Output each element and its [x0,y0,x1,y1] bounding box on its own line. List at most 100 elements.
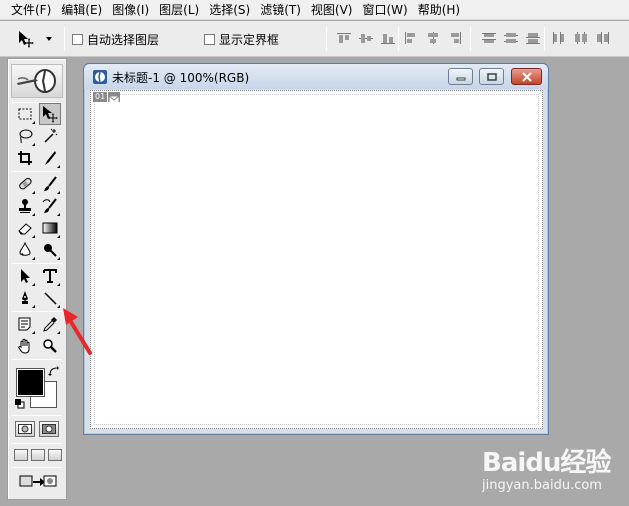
slice-number: 01 [93,92,108,102]
marquee-tool[interactable] [14,103,36,125]
document-titlebar[interactable]: 未标题-1 @ 100%(RGB) [84,64,548,89]
menu-file[interactable]: 文件(F) [6,0,56,20]
menu-edit[interactable]: 编辑(E) [56,0,107,20]
show-bounds-checkbox[interactable] [204,34,215,45]
slice-badge: 01 [93,92,121,104]
close-icon [521,71,532,82]
toolbox-divider [12,359,62,360]
quick-mask-icon [42,424,56,434]
stamp-icon [19,199,31,213]
foreground-color-swatch[interactable] [16,368,45,397]
hand-tool[interactable] [14,335,36,357]
standard-mode-button[interactable] [15,421,35,437]
toolbox-divider [12,443,62,444]
menu-select[interactable]: 选择(S) [204,0,255,20]
magic-wand-icon [44,128,58,143]
auto-select-layer-option[interactable]: 自动选择图层 [72,31,159,48]
align-left-icon[interactable] [402,29,420,47]
pen-icon [22,291,28,304]
annotation-arrow-icon [63,308,92,355]
line-tool[interactable] [39,287,61,309]
align-hcenter-icon[interactable] [424,29,442,47]
show-bounds-option[interactable]: 显示定界框 [204,31,279,48]
distribute-top-icon[interactable] [480,29,498,47]
tool-preset-picker[interactable] [16,27,60,51]
minimize-icon [456,77,465,80]
type-tool[interactable] [39,265,61,287]
history-brush-tool[interactable] [39,195,61,217]
clone-stamp-tool[interactable] [14,195,36,217]
menu-filter[interactable]: 滤镜(T) [255,0,306,20]
document-canvas[interactable]: 01 [90,90,543,429]
align-top-icon[interactable] [335,29,353,47]
align-vcenter-icon[interactable] [357,29,375,47]
crop-tool[interactable] [14,147,36,169]
photoshop-document-icon [93,70,107,84]
auto-select-checkbox[interactable] [72,34,83,45]
menu-image[interactable]: 图像(I) [107,0,154,20]
brush-tool[interactable] [39,173,61,195]
distribute-buttons-vertical [480,29,542,47]
maximize-icon [486,72,497,81]
menu-window[interactable]: 窗口(W) [357,0,412,20]
eyedropper-tool[interactable] [39,313,61,335]
gradient-tool[interactable] [39,217,61,239]
minimize-button[interactable] [448,68,473,85]
options-divider [398,27,399,51]
gradient-icon [42,222,58,234]
distribute-left-icon[interactable] [550,29,568,47]
lasso-icon [19,129,33,144]
imageready-icon [19,475,57,487]
quick-mask-mode-button[interactable] [39,421,59,437]
type-icon [43,269,57,283]
watermark-url: jingyan.baidu.com [482,478,602,493]
jump-to-imageready-button[interactable] [16,471,60,493]
healing-brush-tool[interactable] [14,173,36,195]
path-selection-tool[interactable] [14,265,36,287]
eraser-tool[interactable] [14,217,36,239]
baidu-jingyan-logo: Baidu经验 [482,448,611,478]
document-title: 未标题-1 @ 100%(RGB) [112,71,250,85]
full-screen-menu-mode-button[interactable] [31,449,45,461]
zoom-tool[interactable] [39,335,61,357]
standard-screen-mode-button[interactable] [14,449,28,461]
maximize-button[interactable] [479,68,504,85]
move-tool-icon [19,31,34,48]
show-bounds-label: 显示定界框 [219,33,280,47]
menu-help[interactable]: 帮助(H) [413,0,465,20]
options-divider [544,27,545,51]
distribute-bottom-icon[interactable] [524,29,542,47]
move-tool[interactable] [39,103,61,125]
blur-tool[interactable] [14,239,36,261]
chevron-down-icon [46,37,52,41]
align-buttons-horizontal [402,29,464,47]
menu-bar: 文件(F) 编辑(E) 图像(I) 图层(L) 选择(S) 滤镜(T) 视图(V… [0,0,629,20]
magnifier-icon [43,339,57,353]
menu-view[interactable]: 视图(V) [306,0,358,20]
align-right-icon[interactable] [446,29,464,47]
default-colors-icon[interactable] [15,399,25,409]
standard-mode-icon [18,424,32,434]
rect-marquee-icon [18,108,32,120]
slice-tool[interactable] [39,147,61,169]
crop-icon [18,151,32,165]
full-screen-mode-button[interactable] [48,449,62,461]
distribute-hcenter-icon[interactable] [572,29,590,47]
line-icon [44,292,57,305]
align-bottom-icon[interactable] [379,29,397,47]
canvas-slice-boundary [94,94,539,425]
magic-wand-tool[interactable] [39,125,61,147]
lasso-tool[interactable] [14,125,36,147]
auto-select-label: 自动选择图层 [87,33,160,47]
distribute-vcenter-icon[interactable] [502,29,520,47]
pen-tool[interactable] [14,287,36,309]
dodge-tool[interactable] [39,239,61,261]
menu-layer[interactable]: 图层(L) [154,0,204,20]
swap-colors-icon[interactable] [48,366,60,378]
distribute-right-icon[interactable] [594,29,612,47]
hand-icon [18,338,30,354]
notes-tool[interactable] [14,313,36,335]
document-window: 未标题-1 @ 100%(RGB) 01 [83,63,549,435]
close-button[interactable] [511,68,542,85]
photoshop-logo-icon[interactable] [11,64,63,98]
